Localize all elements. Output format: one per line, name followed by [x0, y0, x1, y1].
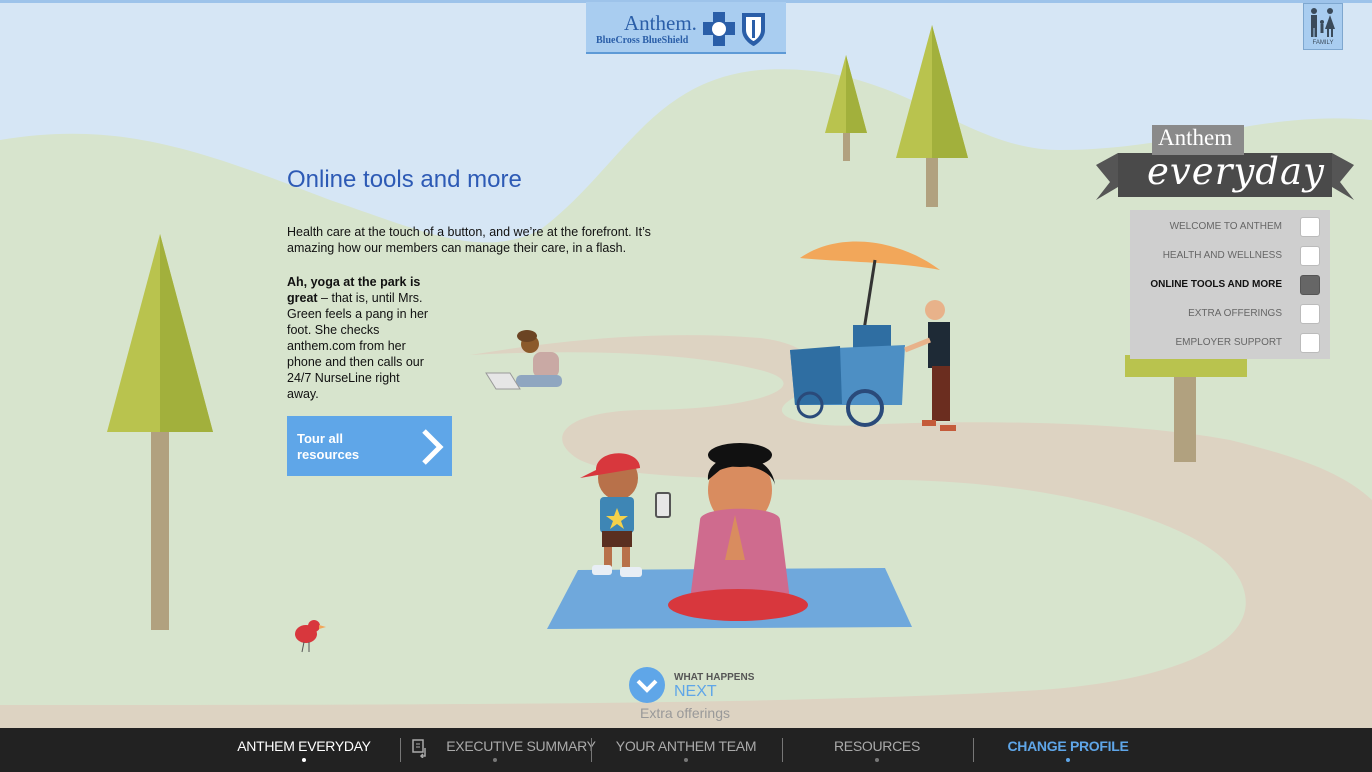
nav-indicator-dot	[1066, 758, 1070, 762]
bluecross-blueshield-icon	[703, 12, 765, 46]
section-title: Online tools and more	[287, 166, 522, 193]
menu-item-employer-support[interactable]: EMPLOYER SUPPORT	[1120, 331, 1320, 355]
menu-item-checkbox	[1300, 246, 1320, 266]
menu-item-extra-offerings[interactable]: EXTRA OFFERINGS	[1120, 302, 1320, 326]
logo-wordmark: Anthem.	[624, 11, 697, 35]
nav-indicator-dot	[875, 758, 879, 762]
menu-item-label: EXTRA OFFERINGS	[1188, 308, 1282, 319]
section-story: Ah, yoga at the park is great – that is,…	[287, 274, 432, 402]
story-body: – that is, until Mrs. Green feels a pang…	[287, 291, 429, 401]
nav-executive-summary[interactable]: EXECUTIVE SUMMARY	[405, 738, 611, 754]
section-intro: Health care at the touch of a button, an…	[287, 225, 651, 255]
park-illustration	[0, 0, 1372, 728]
anthem-logo[interactable]: Anthem. BlueCross BlueShield	[586, 2, 786, 54]
menu-item-online-tools[interactable]: ONLINE TOOLS AND MORE	[1120, 273, 1320, 297]
menu-item-label: ONLINE TOOLS AND MORE	[1150, 279, 1282, 290]
menu-item-checkbox	[1300, 275, 1320, 295]
park-scene-art	[0, 25, 1372, 728]
next-what-happens: WHAT HAPPENS	[674, 672, 755, 683]
nav-indicator-dot	[684, 758, 688, 762]
everyday-anthem-word: Anthem	[1158, 125, 1233, 150]
nav-divider	[591, 738, 592, 762]
menu-item-checkbox	[1300, 217, 1320, 237]
menu-item-health-wellness[interactable]: HEALTH AND WELLNESS	[1120, 244, 1320, 268]
nav-divider	[973, 738, 974, 762]
everyday-script-word: everyday	[1147, 150, 1325, 193]
everyday-menu: WELCOME TO ANTHEM HEALTH AND WELLNESS ON…	[1130, 210, 1330, 359]
family-profile-button[interactable]: FAMILY	[1303, 3, 1343, 50]
tour-button-label: Tour all resources	[297, 431, 360, 462]
nav-resources[interactable]: RESOURCES	[787, 738, 967, 754]
family-profile-label: FAMILY	[1312, 40, 1334, 46]
menu-item-label: WELCOME TO ANTHEM	[1169, 221, 1282, 232]
nav-divider	[400, 738, 401, 762]
next-label: NEXT	[674, 683, 717, 700]
tour-all-resources-button[interactable]: Tour all resources	[287, 416, 452, 476]
menu-item-welcome[interactable]: WELCOME TO ANTHEM	[1120, 215, 1320, 239]
nav-your-anthem-team[interactable]: YOUR ANTHEM TEAM	[596, 738, 776, 754]
menu-item-checkbox	[1300, 333, 1320, 353]
menu-item-label: EMPLOYER SUPPORT	[1175, 337, 1282, 348]
next-section-button[interactable]	[629, 667, 665, 703]
nav-change-profile[interactable]: CHANGE PROFILE	[978, 738, 1158, 754]
nav-indicator-dot	[493, 758, 497, 762]
next-section-name[interactable]: Extra offerings	[590, 705, 780, 721]
nav-indicator-dot	[302, 758, 306, 762]
nav-anthem-everyday[interactable]: ANTHEM EVERYDAY	[214, 738, 394, 754]
menu-item-label: HEALTH AND WELLNESS	[1162, 250, 1282, 261]
logo-subtitle: BlueCross BlueShield	[596, 35, 689, 46]
menu-item-checkbox	[1300, 304, 1320, 324]
chevron-down-icon	[636, 679, 658, 693]
chevron-right-icon	[422, 429, 444, 465]
bottom-navigation: ANTHEM EVERYDAY EXECUTIVE SUMMARY YOUR A…	[0, 728, 1372, 772]
family-icon	[1311, 8, 1335, 37]
nav-divider	[782, 738, 783, 762]
